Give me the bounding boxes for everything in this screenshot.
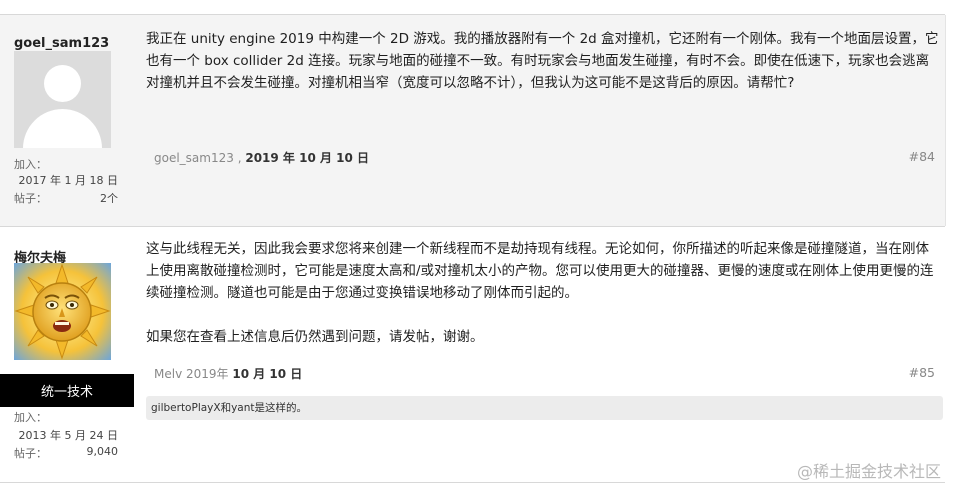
posts-count-label: 帖子： — [14, 447, 47, 460]
post-footer: goel_sam123 , 2019 年 10 月 10 日 — [154, 149, 369, 166]
user-rank-badge: 统一技术 — [0, 374, 134, 407]
post-84: goel_sam123 加入： 2017 年 1 月 18 日 帖子： 2个 我… — [0, 15, 945, 226]
watermark: @稀土掘金技术社区 — [796, 462, 941, 481]
footer-date[interactable]: 10 月 10 日 — [232, 367, 302, 381]
joined-date: 2013 年 5 月 24 日 — [18, 429, 118, 442]
avatar-body-shape — [23, 109, 102, 148]
reactions-bar[interactable]: gilbertoPlayX和yant是这样的。 — [146, 396, 943, 420]
footer-author[interactable]: goel_sam123 , — [154, 151, 242, 165]
post-paragraph: 我正在 unity engine 2019 中构建一个 2D 游戏。我的播放器附… — [146, 31, 939, 91]
post-body: 这与此线程无关，因此我会要求您将来创建一个新线程而不是劫持现有线程。无论如何，你… — [146, 238, 941, 348]
joined-label: 加入： — [14, 411, 47, 424]
joined-label: 加入： — [14, 158, 47, 171]
posts-count-label: 帖子： — [14, 192, 47, 205]
divider — [0, 482, 945, 483]
sun-face-avatar-icon[interactable] — [14, 263, 111, 360]
divider — [945, 15, 946, 226]
post-paragraph: 如果您在查看上述信息后仍然遇到问题，请发帖，谢谢。 — [146, 329, 484, 345]
default-avatar-icon[interactable] — [14, 51, 111, 148]
footer-date[interactable]: 2019 年 10 月 10 日 — [245, 151, 369, 165]
author-username[interactable]: goel_sam123 — [14, 36, 109, 51]
footer-author[interactable]: Melv 2019年 — [154, 367, 229, 381]
post-paragraph: 这与此线程无关，因此我会要求您将来创建一个新线程而不是劫持现有线程。无论如何，你… — [146, 241, 934, 301]
post-85: 梅尔夫梅 统一技术 加入： 2013 年 5 月 24 日 帖子： 9,040 … — [0, 227, 945, 482]
post-number-link[interactable]: #84 — [909, 149, 935, 164]
post-number-link[interactable]: #85 — [909, 365, 935, 380]
posts-count: 2个 — [100, 192, 118, 205]
posts-count: 9,040 — [86, 445, 119, 458]
post-body: 我正在 unity engine 2019 中构建一个 2D 游戏。我的播放器附… — [146, 28, 941, 94]
sun-face-icon — [14, 263, 111, 360]
post-footer: Melv 2019年 10 月 10 日 — [154, 365, 302, 382]
forum-thread: goel_sam123 加入： 2017 年 1 月 18 日 帖子： 2个 我… — [0, 0, 956, 494]
joined-date: 2017 年 1 月 18 日 — [18, 174, 118, 187]
avatar-head-shape — [44, 65, 81, 102]
